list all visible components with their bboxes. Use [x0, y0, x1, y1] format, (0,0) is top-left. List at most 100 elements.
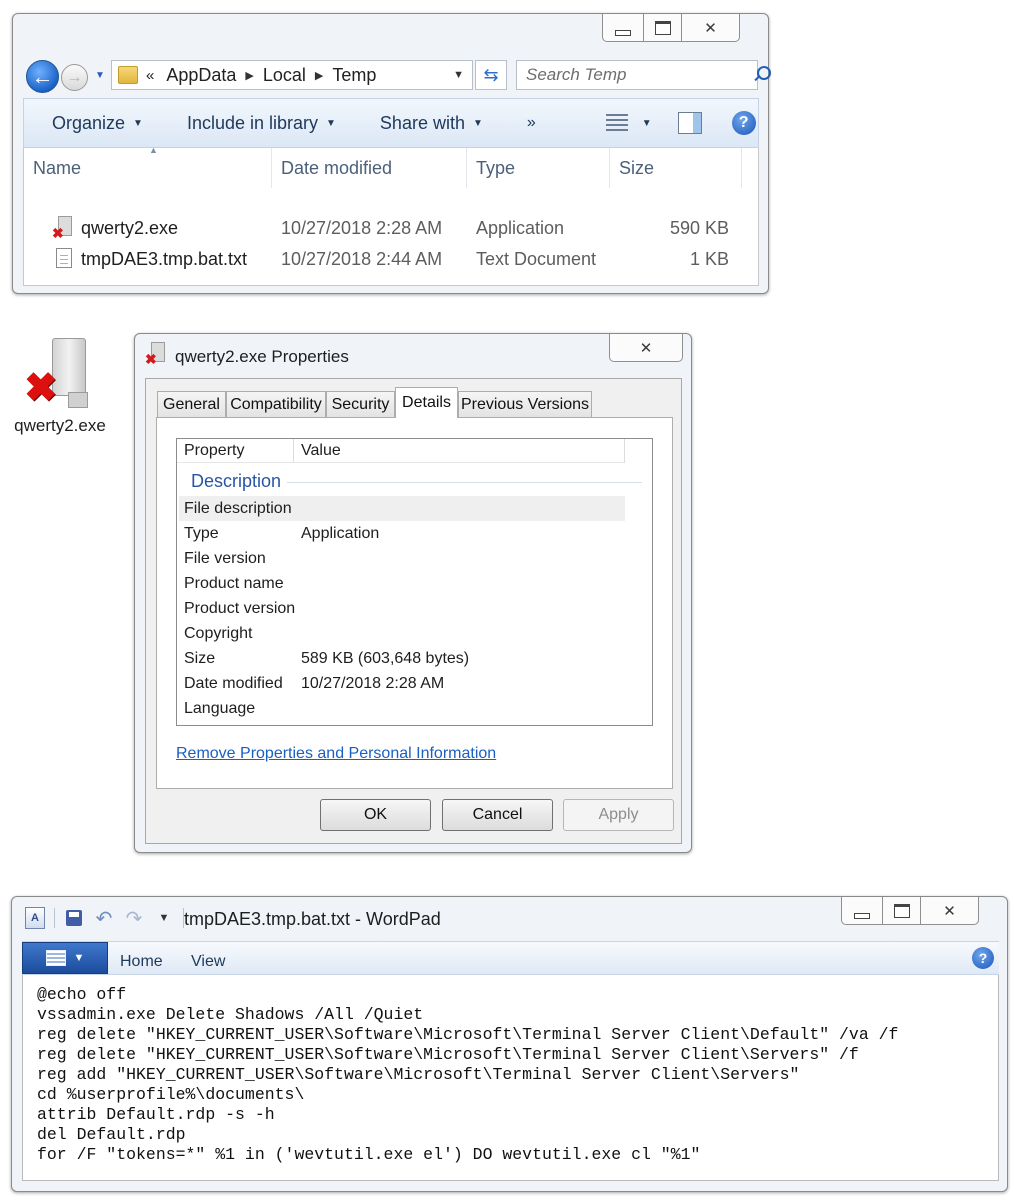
file-list: Name ▲ Date modified Type Size ✖ qwerty2… — [23, 145, 759, 286]
column-header-value[interactable]: Value — [294, 439, 625, 463]
minimize-icon — [615, 29, 631, 36]
list-item[interactable]: Copyright — [179, 621, 625, 646]
column-header-property[interactable]: Property — [177, 439, 294, 463]
tab-general[interactable]: General — [157, 391, 226, 417]
refresh-button[interactable]: ⇆ — [475, 60, 507, 90]
list-item[interactable]: Size 589 KB (603,648 bytes) — [179, 646, 625, 671]
window-title: tmpDAE3.tmp.bat.txt - WordPad — [184, 909, 441, 929]
breadcrumb-temp[interactable]: Temp — [332, 65, 376, 86]
search-box[interactable] — [516, 60, 771, 90]
back-button[interactable]: ← — [26, 60, 59, 93]
file-date: 10/27/2018 2:44 AM — [281, 249, 443, 269]
share-with-button[interactable]: Share with ▼ — [380, 113, 483, 134]
close-button[interactable]: ✕ — [921, 897, 979, 925]
chevron-down-icon: ▼ — [472, 117, 483, 129]
help-icon[interactable]: ? — [972, 947, 994, 969]
ok-button[interactable]: OK — [320, 799, 431, 831]
quick-access-toolbar: A ↶ ↷ ▼ — [24, 905, 184, 931]
text-line: del Default.rdp — [37, 1125, 186, 1144]
column-header-name[interactable]: Name ▲ — [24, 145, 272, 188]
property-key: Product version — [184, 600, 296, 617]
list-item[interactable]: File description — [179, 496, 625, 521]
property-key: Language — [184, 700, 256, 717]
remove-properties-link[interactable]: Remove Properties and Personal Informati… — [176, 745, 496, 763]
tab-home[interactable]: Home — [120, 953, 163, 971]
table-row[interactable]: tmpDAE3.tmp.bat.txt 10/27/2018 2:44 AM T… — [24, 245, 754, 275]
list-item[interactable]: Language — [179, 696, 625, 721]
apply-button[interactable]: Apply — [563, 799, 674, 831]
tab-view[interactable]: View — [191, 953, 225, 971]
table-row[interactable]: ✖ qwerty2.exe 10/27/2018 2:28 AM Applica… — [24, 214, 754, 244]
organize-button[interactable]: Organize ▼ — [52, 113, 143, 134]
desktop-exe-blocked-icon[interactable]: ✖ — [24, 338, 88, 410]
text-line: attrib Default.rdp -s -h — [37, 1105, 275, 1124]
chevron-down-icon: ▼ — [133, 117, 143, 129]
column-header-size[interactable]: Size — [610, 148, 742, 188]
help-icon[interactable]: ? — [731, 111, 756, 135]
recent-pages-dropdown[interactable]: ▼ — [95, 70, 105, 81]
breadcrumb-separator-icon[interactable]: ▶ — [245, 69, 253, 82]
column-date-label: Date modified — [281, 157, 393, 178]
forward-button[interactable]: → — [61, 64, 88, 91]
customize-toolbar-button[interactable]: ▼ — [153, 907, 175, 929]
list-item[interactable]: Type Application — [179, 521, 625, 546]
breadcrumb-overflow[interactable]: « — [146, 67, 154, 84]
column-header-type[interactable]: Type — [467, 148, 610, 188]
address-dropdown-icon[interactable]: ▼ — [453, 69, 464, 81]
redo-icon: ↷ — [125, 907, 143, 930]
minimize-button[interactable] — [602, 14, 644, 42]
more-commands-button[interactable]: » — [527, 114, 536, 132]
desktop-icon-label[interactable]: qwerty2.exe — [0, 416, 120, 436]
list-item[interactable]: File version — [179, 546, 625, 571]
chevron-down-icon: ▼ — [73, 952, 85, 964]
list-item[interactable]: Date modified 10/27/2018 2:28 AM — [179, 671, 625, 696]
explorer-window: ✕ ← → ▼ « AppData ▶ Local ▶ Temp ▼ ⇆ Org… — [12, 13, 771, 294]
address-bar[interactable]: « AppData ▶ Local ▶ Temp ▼ — [111, 60, 473, 90]
include-in-library-button[interactable]: Include in library ▼ — [187, 113, 336, 134]
chevron-down-icon: ▼ — [158, 912, 170, 924]
column-header-date[interactable]: Date modified — [272, 148, 467, 188]
tab-details[interactable]: Details — [395, 387, 458, 418]
close-button[interactable]: ✕ — [609, 334, 683, 362]
wordpad-window: A ↶ ↷ ▼ tmpDAE3.tmp.bat.txt - WordPad ✕ … — [11, 896, 1008, 1192]
arrow-left-icon: ← — [31, 63, 54, 89]
property-key: File description — [184, 500, 292, 517]
tab-compatibility[interactable]: Compatibility — [226, 391, 326, 417]
redo-button[interactable]: ↷ — [123, 907, 145, 930]
breadcrumb-local[interactable]: Local — [263, 65, 306, 86]
text-line: reg add "HKEY_CURRENT_USER\Software\Micr… — [37, 1065, 800, 1084]
property-key: Product name — [184, 575, 284, 592]
organize-label: Organize — [52, 112, 126, 133]
file-size: 590 KB — [669, 218, 729, 238]
breadcrumb-separator-icon[interactable]: ▶ — [315, 69, 323, 82]
close-button[interactable]: ✕ — [682, 14, 740, 42]
breadcrumb-appdata[interactable]: AppData — [166, 65, 236, 86]
application-menu-button[interactable]: ▼ — [22, 942, 108, 974]
search-input[interactable] — [517, 64, 752, 86]
wordpad-app-icon[interactable]: A — [24, 907, 46, 929]
text-line: reg delete "HKEY_CURRENT_USER\Software\M… — [37, 1045, 859, 1064]
maximize-button[interactable] — [883, 897, 921, 925]
view-dropdown-icon[interactable]: ▼ — [642, 118, 652, 129]
document-text[interactable]: @echo off vssadmin.exe Delete Shadows /Al… — [37, 985, 898, 1165]
group-header-description: Description — [191, 471, 282, 491]
cancel-button[interactable]: Cancel — [442, 799, 553, 831]
tab-previous-versions[interactable]: Previous Versions — [458, 391, 592, 417]
maximize-button[interactable] — [644, 14, 682, 42]
save-button[interactable] — [63, 907, 85, 929]
share-with-label: Share with — [379, 112, 465, 133]
document-area[interactable]: @echo off vssadmin.exe Delete Shadows /Al… — [22, 975, 999, 1181]
property-value: 10/27/2018 2:28 AM — [301, 675, 445, 692]
minimize-button[interactable] — [841, 897, 883, 925]
list-item[interactable]: Product name — [179, 571, 625, 596]
preview-pane-icon[interactable] — [677, 112, 702, 134]
file-size: 1 KB — [689, 249, 729, 269]
save-icon — [66, 910, 82, 926]
undo-button[interactable]: ↶ — [93, 907, 115, 930]
file-name: tmpDAE3.tmp.bat.txt — [81, 249, 248, 269]
change-view-icon[interactable] — [605, 114, 628, 132]
caption-buttons: ✕ — [841, 897, 979, 925]
close-icon: ✕ — [704, 19, 717, 37]
tab-security[interactable]: Security — [326, 391, 395, 417]
list-item[interactable]: Product version — [179, 596, 625, 621]
